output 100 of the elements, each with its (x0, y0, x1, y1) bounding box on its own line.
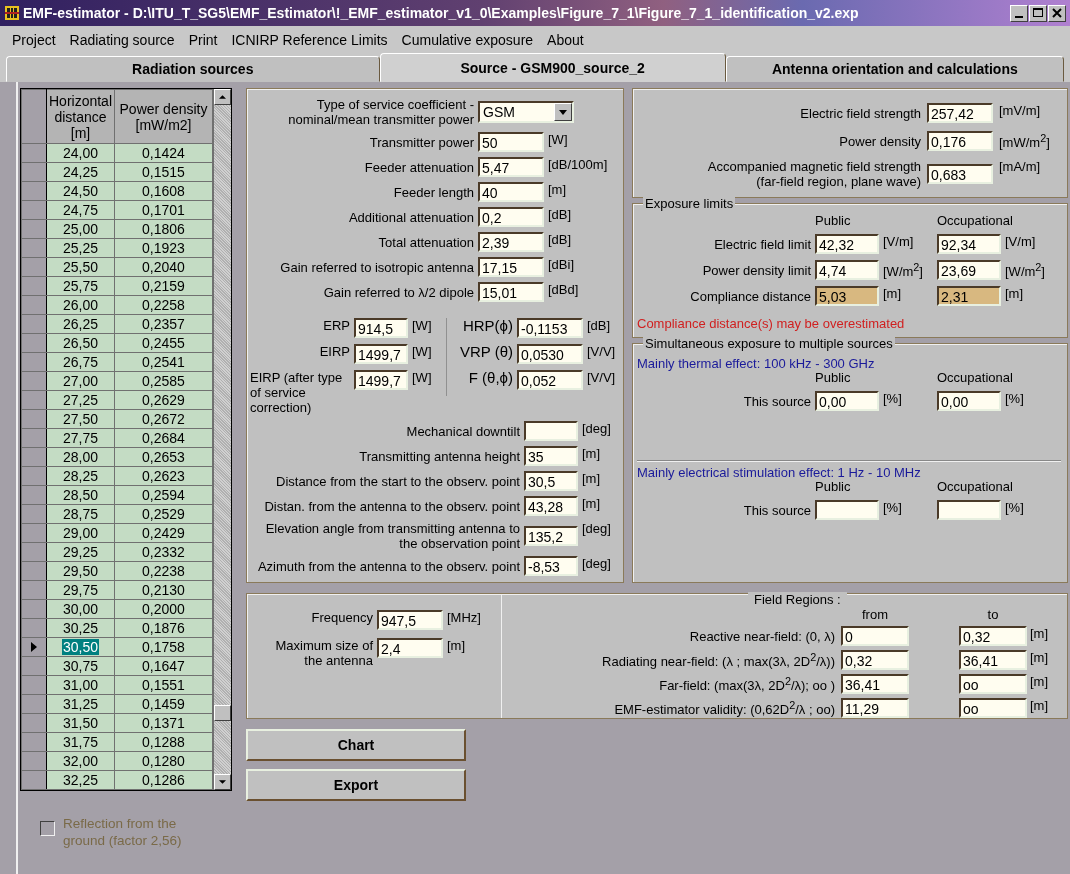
field-label: HRP(ϕ) (461, 318, 513, 333)
input-field[interactable]: 0,00 (815, 391, 879, 411)
field-label: Compliance distance (689, 288, 811, 304)
close-icon (1050, 6, 1064, 20)
input-field[interactable]: 135,2 (524, 526, 578, 546)
input-field[interactable]: 1499,7 (354, 344, 408, 364)
input-field[interactable]: 50 (478, 132, 544, 152)
field-label: EIRP (318, 344, 350, 359)
input-field[interactable]: 0,052 (517, 370, 583, 390)
table-cell: 24,75 (61, 201, 99, 218)
unit-label: [m] (1029, 698, 1050, 713)
table-cell: 29,50 (61, 562, 99, 579)
input-field[interactable]: 2,39 (478, 232, 544, 252)
input-field[interactable]: oo (959, 698, 1027, 718)
field-label: Frequency (311, 610, 373, 627)
input-field[interactable]: 0,2 (478, 207, 544, 227)
input-field[interactable]: 36,41 (841, 674, 909, 694)
table-cell: 29,25 (61, 543, 99, 560)
table-cell: 26,75 (61, 353, 99, 370)
input-field[interactable]: 11,29 (841, 698, 909, 718)
table-cell: 24,50 (61, 182, 99, 199)
field-label: Azimuth from the antenna to the observ. point (256, 558, 520, 574)
close-button[interactable] (1048, 4, 1066, 22)
input-field[interactable]: 914,5 (354, 318, 408, 338)
input-field[interactable]: 0,176 (927, 131, 993, 151)
menu-item[interactable]: About (547, 32, 584, 48)
input-field[interactable]: 15,01 (478, 282, 544, 302)
unit-label: [%] (883, 500, 903, 515)
input-field[interactable]: 43,28 (524, 496, 578, 516)
unit-label: [deg] (582, 421, 612, 436)
unit-label: [dB/100m] (548, 157, 609, 172)
input-field[interactable]: 4,74 (815, 260, 879, 280)
unit-label: [m] (582, 446, 602, 461)
field-label: Power density (838, 133, 921, 149)
scroll-thumb[interactable] (214, 705, 231, 721)
unit-label: [%] (883, 391, 903, 406)
minimize-button[interactable] (1010, 4, 1028, 22)
input-field[interactable] (815, 500, 879, 520)
field-label: This source (742, 393, 811, 409)
menu-item[interactable]: Radiating source (69, 32, 175, 48)
menu-item[interactable]: Print (188, 32, 218, 48)
field-label: Distance from the start to the observ. point (275, 473, 520, 489)
input-field[interactable]: 0,00 (937, 391, 1001, 411)
input-field[interactable]: 0,32 (959, 626, 1027, 646)
menu-item[interactable]: Cumulative exposure (401, 32, 534, 48)
column-header: Horizontal distance [m] (46, 89, 115, 144)
input-field[interactable]: 0,32 (841, 650, 909, 670)
field-label: This source (742, 502, 811, 518)
unit-label: [m] (447, 638, 467, 653)
action-button[interactable]: Export (246, 769, 466, 801)
input-field[interactable]: 36,41 (959, 650, 1027, 670)
action-button[interactable]: Chart (246, 729, 466, 761)
unit-label: [W/m$^{2}$] (883, 260, 924, 280)
field-label: F (θ,ϕ) (467, 370, 513, 385)
field-label: Far-field: (max(3λ, 2D$^{2}$/λ); oo ) (658, 674, 836, 694)
unit-label: [dBi] (548, 257, 575, 272)
input-field[interactable]: 5,47 (478, 157, 544, 177)
input-field[interactable]: 42,32 (815, 234, 879, 254)
input-field[interactable] (524, 421, 578, 441)
field-label: Additional attenuation (347, 209, 474, 225)
input-field[interactable]: 257,42 (927, 103, 993, 123)
unit-label: [m] (548, 182, 568, 197)
input-field[interactable]: 23,69 (937, 260, 1001, 280)
table-cell: 27,50 (61, 410, 99, 427)
scrollbar[interactable] (213, 89, 231, 790)
input-field[interactable]: 17,15 (478, 257, 544, 277)
input-field[interactable]: oo (959, 674, 1027, 694)
input-field[interactable]: 5,03 (815, 286, 879, 306)
unit-label: [MHz] (447, 610, 482, 625)
menu-item[interactable]: Project (12, 32, 56, 48)
input-field[interactable]: 92,34 (937, 234, 1001, 254)
input-field[interactable]: 2,31 (937, 286, 1001, 306)
input-field[interactable] (937, 500, 1001, 520)
tab[interactable]: Antenna orientation and calculations (725, 56, 1064, 82)
input-field[interactable]: 2,4 (377, 638, 443, 658)
tab[interactable]: Radiation sources (6, 56, 380, 82)
section-title: Mainly thermal effect: 100 kHz - 300 GHz (637, 356, 876, 371)
input-field[interactable]: 0,0530 (517, 344, 583, 364)
maximize-button[interactable] (1029, 4, 1047, 22)
column-label: Occupational (937, 480, 1013, 494)
input-field[interactable]: 35 (524, 446, 578, 466)
field-label: Maximum size of the antenna (274, 638, 373, 668)
menu-item[interactable]: ICNIRP Reference Limits (231, 32, 388, 48)
input-field[interactable]: 30,5 (524, 471, 578, 491)
field-label: EIRP (after type of service correction) (250, 370, 344, 415)
input-field[interactable]: 1499,7 (354, 370, 408, 390)
section-title: Mainly electrical stimulation effect: 1 Hz - 10 MHz (637, 465, 922, 480)
input-field[interactable]: 0,683 (927, 164, 993, 184)
input-field[interactable]: 0 (841, 626, 909, 646)
field-label: Electric field strength (799, 105, 921, 121)
window-title: EMF-estimator - D:\ITU_T_SG5\EMF_Estimator\!_EMF_estimator_v1_0\Examples\Figure_7_1\Figure_7_1_identification_v2.exp (23, 5, 860, 21)
field-label: Reactive near-field: (0, λ) (688, 628, 836, 644)
tab[interactable]: Source - GSM900_source_2 (379, 53, 726, 82)
service-type-dropdown[interactable]: GSM (478, 101, 574, 123)
input-field[interactable]: 40 (478, 182, 544, 202)
input-field[interactable]: -8,53 (524, 556, 578, 576)
table-cell: 29,75 (61, 581, 99, 598)
input-field[interactable]: 947,5 (377, 610, 443, 630)
input-field[interactable]: -0,1153 (517, 318, 583, 338)
table-cell: 30,00 (61, 600, 99, 617)
